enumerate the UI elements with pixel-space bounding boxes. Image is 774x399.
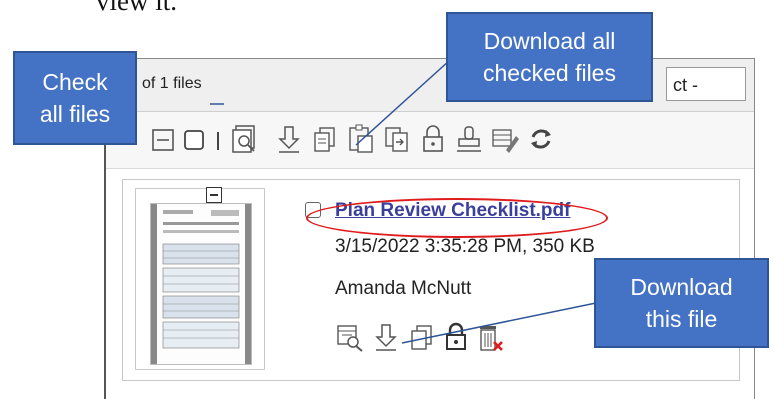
callout-download-this: Download this file xyxy=(594,258,769,348)
collapse-all-icon[interactable] xyxy=(150,122,180,156)
check-all-checkbox-icon[interactable] xyxy=(182,122,212,156)
file-thumbnail[interactable] xyxy=(135,187,265,370)
callout-download-this-line2: this file xyxy=(645,306,718,332)
download-checked-icon[interactable] xyxy=(274,122,304,156)
download-file-icon[interactable] xyxy=(371,320,401,354)
file-date-size: 3/15/2022 3:35:28 PM, 350 KB xyxy=(335,236,595,257)
callout-download-this-line1: Download xyxy=(630,273,733,300)
preview-icon[interactable] xyxy=(230,122,260,156)
panel-header: of 1 files ct - xyxy=(106,59,754,112)
collapse-file-icon[interactable] xyxy=(206,187,222,203)
files-count-label: of 1 files xyxy=(142,75,202,92)
view-details-icon[interactable] xyxy=(335,320,365,354)
callout-check-all-line1: Check xyxy=(42,68,108,95)
lock-icon[interactable] xyxy=(418,122,448,156)
refresh-icon[interactable] xyxy=(526,122,556,156)
paste-icon[interactable] xyxy=(346,122,376,156)
callout-check-all-line2: all files xyxy=(39,101,111,127)
delete-icon[interactable] xyxy=(475,320,505,354)
move-icon[interactable] xyxy=(382,122,412,156)
document-text-fragment: view it. xyxy=(96,0,177,16)
file-owner: Amanda McNutt xyxy=(335,278,472,299)
unlock-icon[interactable] xyxy=(441,320,471,354)
copy-icon[interactable] xyxy=(310,122,340,156)
edit-list-icon[interactable] xyxy=(490,122,520,156)
stamp-icon[interactable] xyxy=(454,122,484,156)
file-toolbar xyxy=(106,112,754,169)
select-dropdown[interactable]: ct - xyxy=(666,67,746,101)
callout-check-all: Check all files xyxy=(13,51,137,145)
callout-download-checked-line2: checked files xyxy=(483,60,616,86)
copy-file-icon[interactable] xyxy=(407,320,437,354)
separator-icon xyxy=(212,122,224,156)
callout-download-checked-line1: Download all xyxy=(483,27,616,54)
highlight-ellipse xyxy=(306,198,608,238)
document-preview-image xyxy=(150,203,252,365)
callout-download-checked: Download all checked files xyxy=(446,12,653,102)
